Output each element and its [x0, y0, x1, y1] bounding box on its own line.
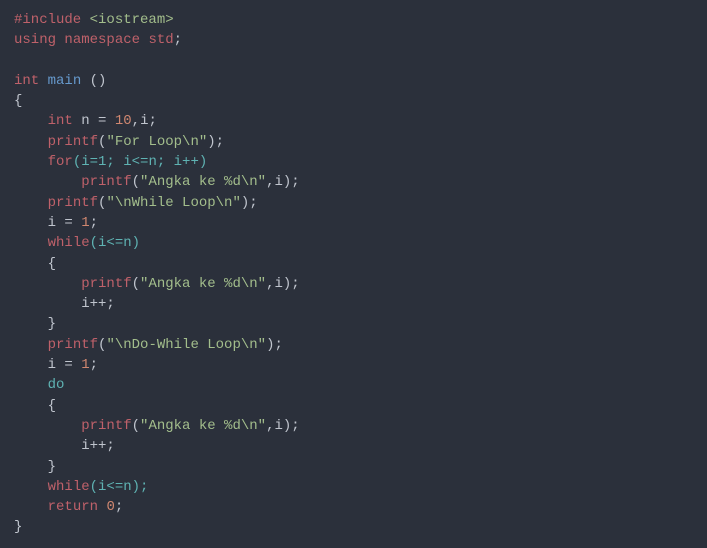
- number-0: 0: [106, 499, 114, 515]
- keyword-namespace: namespace: [64, 32, 140, 48]
- keyword-while: while: [48, 235, 90, 251]
- string-angka: "Angka ke %d\n": [140, 174, 266, 190]
- semicolon: ;: [174, 32, 182, 48]
- comma-i-paren: ,i);: [266, 174, 300, 190]
- ident-n: n: [81, 113, 89, 129]
- brace-open: {: [48, 256, 56, 272]
- string-angka: "Angka ke %d\n": [140, 418, 266, 434]
- equals: =: [98, 113, 106, 129]
- func-printf: printf: [48, 337, 98, 353]
- keyword-do: do: [48, 377, 65, 393]
- func-printf: printf: [81, 276, 131, 292]
- comma-i-paren: ,i);: [266, 418, 300, 434]
- brace-open: {: [48, 398, 56, 414]
- ident-std: std: [148, 32, 173, 48]
- i-increment: i++;: [81, 296, 115, 312]
- equals: =: [64, 357, 72, 373]
- parens: (): [90, 73, 107, 89]
- for-args: (i=1; i<=n; i++): [73, 154, 207, 170]
- keyword-for: for: [48, 154, 73, 170]
- brace-close: }: [48, 459, 56, 475]
- comma-i: ,i;: [132, 113, 157, 129]
- semicolon: ;: [115, 499, 123, 515]
- brace-close: }: [14, 519, 22, 535]
- keyword-using: using: [14, 32, 56, 48]
- equals: =: [64, 215, 72, 231]
- keyword-include: #include: [14, 12, 81, 28]
- rparen-semi: );: [266, 337, 283, 353]
- number-1: 1: [81, 215, 89, 231]
- semicolon: ;: [90, 357, 98, 373]
- lparen: (: [132, 174, 140, 190]
- number-10: 10: [115, 113, 132, 129]
- func-printf: printf: [48, 195, 98, 211]
- comma-i-paren: ,i);: [266, 276, 300, 292]
- ident-i: i: [48, 357, 56, 373]
- keyword-int: int: [14, 73, 39, 89]
- keyword-while: while: [48, 479, 90, 495]
- keyword-int: int: [48, 113, 73, 129]
- brace-close: }: [48, 316, 56, 332]
- lparen: (: [132, 276, 140, 292]
- i-increment: i++;: [81, 438, 115, 454]
- brace-open: {: [14, 93, 22, 109]
- lparen: (: [132, 418, 140, 434]
- string-whileloop: "\nWhile Loop\n": [106, 195, 240, 211]
- code-block: #include <iostream> using namespace std;…: [0, 0, 707, 548]
- number-1: 1: [81, 357, 89, 373]
- string-angka: "Angka ke %d\n": [140, 276, 266, 292]
- keyword-return: return: [48, 499, 98, 515]
- func-printf: printf: [81, 174, 131, 190]
- semicolon: ;: [90, 215, 98, 231]
- rparen-semi: );: [241, 195, 258, 211]
- func-main: main: [48, 73, 82, 89]
- string-dowhile: "\nDo-While Loop\n": [106, 337, 266, 353]
- string-forloop: "For Loop\n": [106, 134, 207, 150]
- ident-i: i: [48, 215, 56, 231]
- while-cond: (i<=n): [90, 235, 140, 251]
- header-iostream: <iostream>: [90, 12, 174, 28]
- rparen-semi: );: [207, 134, 224, 150]
- while-cond-semi: (i<=n);: [90, 479, 149, 495]
- func-printf: printf: [81, 418, 131, 434]
- func-printf: printf: [48, 134, 98, 150]
